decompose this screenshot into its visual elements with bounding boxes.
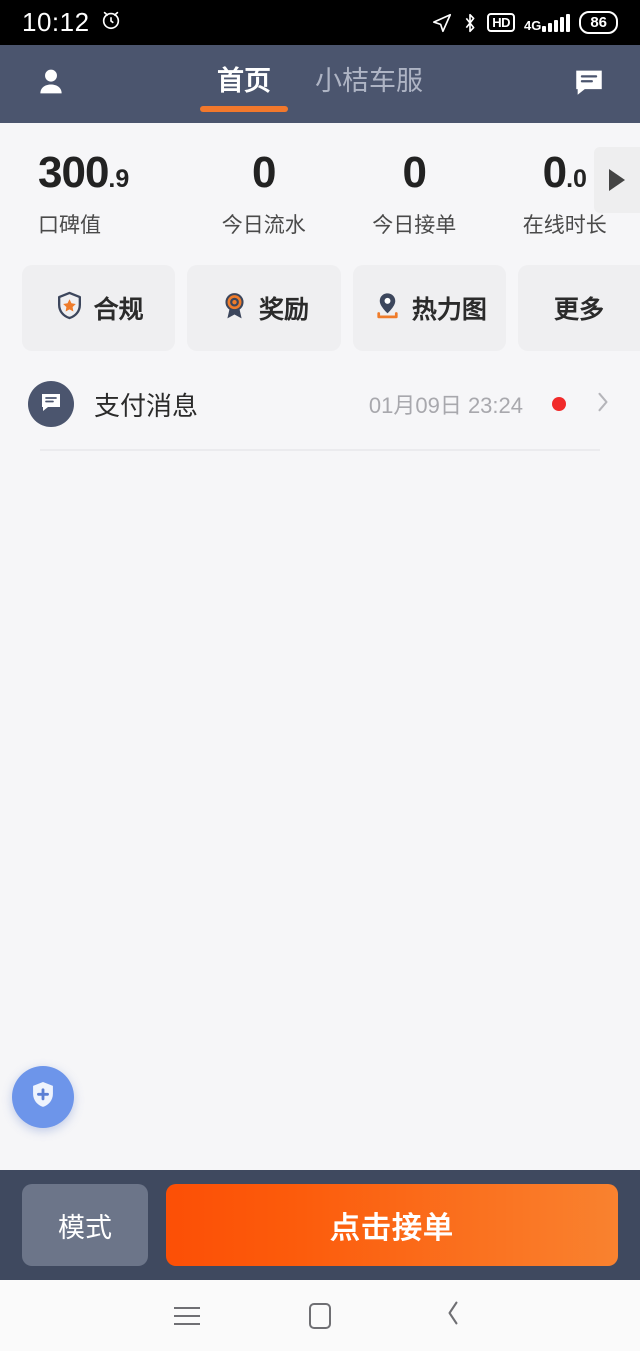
header-tabs: 首页 小桔车服 — [0, 45, 640, 123]
status-bar: 10:12 HD 4G 86 — [0, 0, 640, 45]
avatar — [28, 381, 74, 427]
chat-bubble-icon — [39, 390, 63, 419]
stat-value: 0 — [339, 151, 490, 195]
action-label: 奖励 — [258, 296, 309, 324]
divider — [40, 449, 600, 451]
stat-value: 300 .9 — [38, 151, 189, 195]
status-bar-right: HD 4G 86 — [431, 11, 618, 34]
shield-star-icon — [54, 290, 85, 326]
medal-icon — [219, 290, 250, 326]
action-label: 更多 — [553, 296, 604, 324]
stats-row: 300 .9 口碑值 0 今日流水 0 今日接单 0 .0 在线时长 — [0, 123, 640, 239]
status-time: 10:12 — [22, 7, 90, 37]
action-label: 合规 — [93, 296, 144, 324]
message-row-payment[interactable]: 支付消息 01月09日 23:24 — [28, 381, 612, 449]
back-button[interactable] — [423, 1286, 483, 1346]
square-icon — [308, 1302, 331, 1329]
message-section: 支付消息 01月09日 23:24 — [0, 351, 640, 451]
stat-decimal: .9 — [108, 165, 130, 193]
status-bar-left: 10:12 — [22, 7, 122, 38]
bluetooth-icon — [462, 12, 478, 34]
stat-decimal: .0 — [566, 165, 587, 193]
stat-integer: 300 — [38, 148, 109, 197]
stat-label: 今日接单 — [372, 214, 457, 237]
stat-label: 今日流水 — [221, 214, 306, 237]
tab-home[interactable]: 首页 — [213, 53, 275, 116]
map-pin-icon — [372, 290, 403, 326]
quick-actions-row: 合规 奖励 热力图 更多 — [0, 239, 640, 351]
alarm-icon — [100, 9, 122, 36]
battery-indicator: 86 — [579, 11, 618, 34]
tab-xiaoju-service[interactable]: 小桔车服 — [311, 53, 427, 116]
app-screen: 10:12 HD 4G 86 首页 小桔车服 300 .9 口碑值 0 今日流水… — [0, 0, 640, 1351]
stat-integer: 0 — [402, 148, 428, 197]
stat-value: 0 — [189, 151, 340, 195]
main-content: 300 .9 口碑值 0 今日流水 0 今日接单 0 .0 在线时长 合规 奖励… — [0, 123, 640, 1170]
bottom-action-bar: 模式 点击接单 — [0, 1170, 640, 1280]
stat-label: 在线时长 — [522, 214, 607, 237]
hd-icon: HD — [487, 13, 515, 32]
stat-integer: 0 — [542, 148, 568, 197]
action-heatmap[interactable]: 热力图 — [352, 265, 506, 351]
action-compliance[interactable]: 合规 — [22, 265, 176, 351]
stat-integer: 0 — [252, 148, 277, 197]
message-timestamp: 01月09日 23:24 — [368, 393, 523, 418]
home-button[interactable] — [290, 1286, 350, 1346]
status-badge — [552, 397, 566, 411]
chevron-left-icon — [443, 1298, 463, 1333]
signal-bars — [542, 13, 571, 32]
location-arrow-icon — [431, 12, 453, 34]
mode-button[interactable]: 模式 — [22, 1184, 148, 1266]
action-more[interactable]: 更多 — [517, 265, 640, 351]
shield-plus-icon — [26, 1078, 60, 1117]
safety-shield-button[interactable] — [12, 1066, 74, 1128]
accept-order-button[interactable]: 点击接单 — [166, 1184, 618, 1266]
action-label: 热力图 — [411, 296, 487, 324]
menu-lines-icon — [173, 1306, 200, 1325]
stats-expand-button[interactable] — [594, 147, 640, 213]
stat-reputation[interactable]: 300 .9 口碑值 — [0, 151, 189, 239]
play-triangle-right-icon — [609, 169, 625, 191]
message-title: 支付消息 — [94, 390, 199, 421]
action-rewards[interactable]: 奖励 — [187, 265, 341, 351]
stat-today-revenue[interactable]: 0 今日流水 — [189, 151, 340, 239]
android-nav-bar — [0, 1280, 640, 1351]
stat-today-orders[interactable]: 0 今日接单 — [339, 151, 490, 239]
stat-label: 口碑值 — [38, 214, 101, 237]
recents-button[interactable] — [157, 1286, 217, 1346]
network-type-label: 4G — [523, 17, 542, 33]
signal-icon: 4G — [523, 13, 571, 33]
app-header: 首页 小桔车服 — [0, 45, 640, 123]
chevron-right-icon — [594, 388, 612, 421]
